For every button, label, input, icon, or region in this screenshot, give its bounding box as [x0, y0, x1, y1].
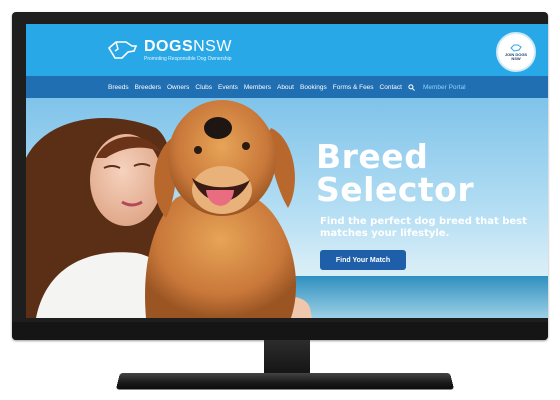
- nav-item-clubs[interactable]: Clubs: [195, 84, 212, 91]
- website-screen: DOGSNSW Promoting Responsible Dog Owners…: [26, 24, 548, 318]
- hero-subtitle: Find the perfect dog breed that best mat…: [320, 216, 527, 239]
- hero-title-line2: Selector: [316, 170, 475, 209]
- nav-item-about[interactable]: About: [277, 84, 294, 91]
- join-button[interactable]: JOIN DOGS NSW: [496, 32, 536, 72]
- nav-item-bookings[interactable]: Bookings: [300, 84, 327, 91]
- site-logo[interactable]: DOGSNSW Promoting Responsible Dog Owners…: [106, 38, 232, 62]
- member-portal-link[interactable]: Member Portal: [423, 84, 466, 91]
- search-icon[interactable]: [408, 83, 415, 91]
- find-your-match-button[interactable]: Find Your Match: [320, 250, 406, 270]
- nav-item-breeds[interactable]: Breeds: [108, 84, 129, 91]
- brand-bold: DOGS: [144, 37, 194, 55]
- site-header: DOGSNSW Promoting Responsible Dog Owners…: [26, 24, 548, 76]
- hero-title: Breed Selector: [316, 140, 474, 206]
- nav-item-breeders[interactable]: Breeders: [135, 84, 161, 91]
- logo-text: DOGSNSW Promoting Responsible Dog Owners…: [144, 37, 232, 62]
- nav-item-members[interactable]: Members: [244, 84, 271, 91]
- hero-banner: Breed Selector Find the perfect dog bree…: [26, 98, 548, 318]
- brand-name: DOGSNSW: [144, 37, 232, 55]
- join-label: JOIN DOGS NSW: [504, 51, 528, 61]
- nav-item-contact[interactable]: Contact: [380, 84, 402, 91]
- dog-logo-icon: [107, 41, 138, 59]
- hero-title-line1: Breed: [316, 137, 429, 176]
- main-nav: Breeds Breeders Owners Clubs Events Memb…: [26, 76, 548, 98]
- brand-light: NSW: [193, 37, 232, 55]
- nav-item-forms-fees[interactable]: Forms & Fees: [333, 84, 374, 91]
- nav-item-owners[interactable]: Owners: [167, 84, 189, 91]
- nav-item-events[interactable]: Events: [218, 84, 238, 91]
- monitor-stand-base: [115, 372, 455, 390]
- monitor-bezel: [12, 322, 548, 340]
- brand-tagline: Promoting Responsible Dog Ownership: [144, 55, 232, 62]
